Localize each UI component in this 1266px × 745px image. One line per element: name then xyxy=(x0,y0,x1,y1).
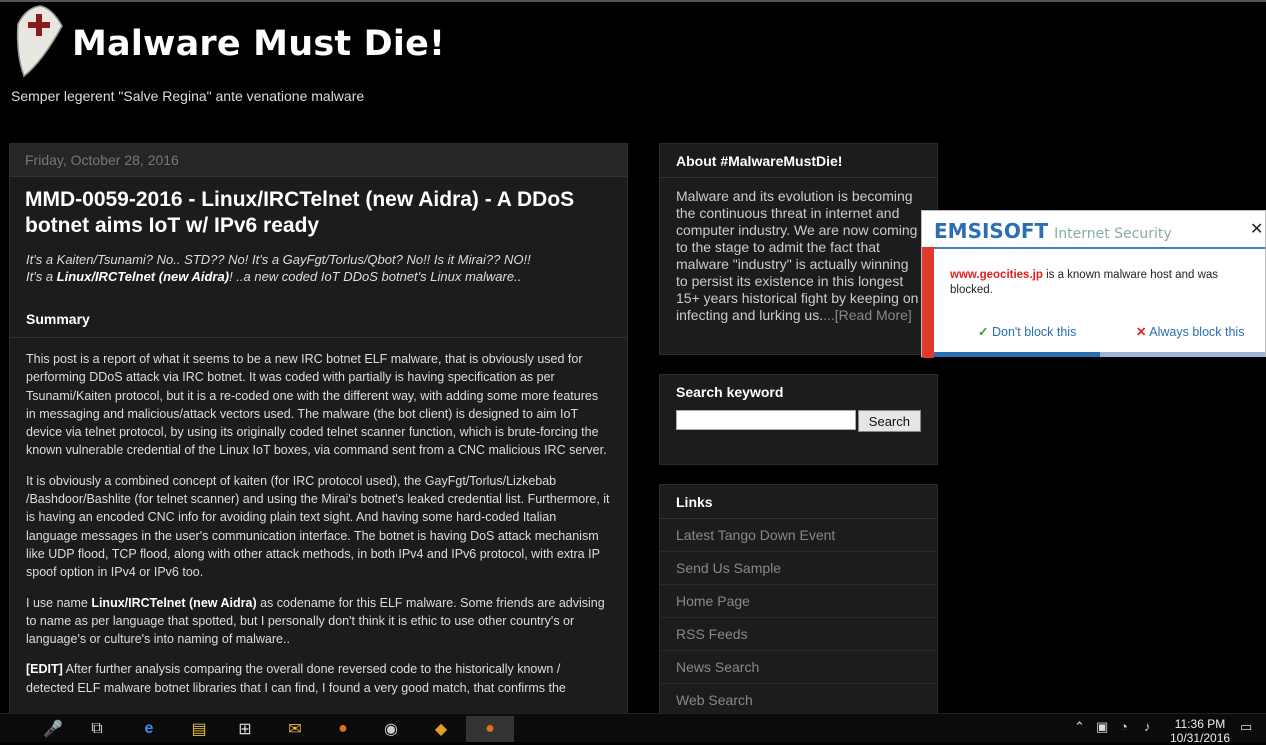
volume-icon[interactable]: ♪ xyxy=(1144,719,1151,734)
links-widget: Links Latest Tango Down Event Send Us Sa… xyxy=(659,484,938,721)
app-icon[interactable]: ◉ xyxy=(378,716,404,742)
store-icon[interactable]: ⊞ xyxy=(232,716,258,742)
read-more-link[interactable]: ...[Read More] xyxy=(823,307,912,323)
teaser-line-2-bold: Linux/IRCTelnet (new Aidra) xyxy=(56,269,230,284)
window-top-border xyxy=(0,0,1266,2)
about-body: Malware and its evolution is becoming th… xyxy=(676,188,919,323)
edit-tag: [EDIT] xyxy=(26,662,63,677)
clock-date: 10/31/2016 xyxy=(1170,731,1231,745)
para3-bold: Linux/IRCTelnet (new Aidra) xyxy=(91,595,257,610)
post-paragraph-4: [EDIT] After further analysis comparing … xyxy=(26,660,611,697)
close-icon[interactable]: ✕ xyxy=(1250,219,1263,239)
tray-app-icon[interactable]: ▣ xyxy=(1096,719,1108,735)
shield-logo-icon xyxy=(16,5,63,78)
link-latest-tango-down[interactable]: Latest Tango Down Event xyxy=(660,519,937,552)
mail-icon[interactable]: ✉ xyxy=(282,716,308,742)
edge-browser-icon[interactable]: e xyxy=(136,716,162,742)
dismiss-timer-fill xyxy=(934,352,1100,357)
always-block-button[interactable]: ✕ Always block this xyxy=(1136,324,1244,339)
network-icon[interactable]: ◔ xyxy=(1120,719,1128,734)
about-heading: About #MalwareMustDie! xyxy=(660,144,937,178)
post-date: Friday, October 28, 2016 xyxy=(10,144,627,177)
paint-icon[interactable]: ◆ xyxy=(428,716,454,742)
search-widget: Search keyword Search xyxy=(659,374,938,465)
post-title[interactable]: MMD-0059-2016 - Linux/IRCTelnet (new Aid… xyxy=(25,187,613,239)
search-heading: Search keyword xyxy=(676,384,784,400)
dont-block-label: Don't block this xyxy=(991,325,1077,339)
taskbar: 🎤 ⧉ e ▤ ⊞ ✉ ● ◉ ◆ ● ⌃ ▣ ◔ ♪ 11:36 PM 10/… xyxy=(0,713,1266,745)
para4-text: After further analysis comparing the ove… xyxy=(26,662,566,695)
task-view-icon[interactable]: ⧉ xyxy=(84,716,110,742)
links-heading: Links xyxy=(660,485,937,519)
always-block-label: Always block this xyxy=(1149,325,1245,339)
alert-severity-bar xyxy=(922,247,934,358)
link-rss-feeds[interactable]: RSS Feeds xyxy=(660,618,937,651)
search-input[interactable] xyxy=(676,410,856,430)
site-title[interactable]: Malware Must Die! xyxy=(72,24,445,64)
dismiss-timer-bar xyxy=(934,352,1265,357)
link-send-us-sample[interactable]: Send Us Sample xyxy=(660,552,937,585)
cross-icon: ✕ xyxy=(1136,325,1147,339)
teaser-line-2-pre: It's a xyxy=(26,269,57,284)
para3-pre: I use name xyxy=(26,595,92,610)
post-paragraph-1: This post is a report of what it seems t… xyxy=(26,352,607,458)
link-news-search[interactable]: News Search xyxy=(660,651,937,684)
clock-time: 11:36 PM xyxy=(1174,717,1226,731)
dont-block-button[interactable]: ✓ Don't block this xyxy=(978,324,1076,339)
notifications-icon[interactable]: ▭ xyxy=(1240,719,1252,735)
post-paragraph-3: I use name Linux/IRCTelnet (new Aidra) a… xyxy=(26,594,611,649)
tray-chevron-icon[interactable]: ⌃ xyxy=(1074,719,1085,735)
teaser-line-2-post: ! ..a new coded IoT DDoS botnet's Linux … xyxy=(229,269,522,284)
search-button[interactable]: Search xyxy=(857,410,921,432)
blocked-host: www.geocities.jp xyxy=(950,269,1043,281)
about-text: Malware and its evolution is becoming th… xyxy=(660,178,937,334)
emsisoft-brand: EMSISOFT Internet Security xyxy=(934,219,1172,243)
microphone-icon[interactable]: 🎤 xyxy=(40,716,66,742)
firefox-icon[interactable]: ● xyxy=(330,716,356,742)
alert-message: www.geocities.jp is a known malware host… xyxy=(950,268,1250,298)
product-name: Internet Security xyxy=(1054,226,1172,242)
teaser-line-1: It's a Kaiten/Tsunami? No.. STD?? No! It… xyxy=(26,252,531,267)
about-widget: About #MalwareMustDie! Malware and its e… xyxy=(659,143,938,355)
links-list: Latest Tango Down Event Send Us Sample H… xyxy=(660,519,937,717)
checkmark-icon: ✓ xyxy=(978,325,989,339)
popup-divider xyxy=(922,247,1265,249)
post-teaser: It's a Kaiten/Tsunami? No.. STD?? No! It… xyxy=(26,251,612,285)
file-explorer-icon[interactable]: ▤ xyxy=(186,716,212,742)
blog-post: Friday, October 28, 2016 MMD-0059-2016 -… xyxy=(9,143,628,725)
site-description: Semper legerent "Salve Regina" ante vena… xyxy=(11,88,365,104)
search-row: Search xyxy=(660,408,937,444)
link-home-page[interactable]: Home Page xyxy=(660,585,937,618)
brand-name: EMSISOFT xyxy=(934,219,1049,243)
post-paragraph-2: It is obviously a combined concept of ka… xyxy=(26,473,610,580)
emsisoft-alert-popup: EMSISOFT Internet Security ✕ www.geocitie… xyxy=(921,210,1266,358)
firefox-active-icon[interactable]: ● xyxy=(466,716,514,742)
summary-heading: Summary xyxy=(10,297,627,338)
